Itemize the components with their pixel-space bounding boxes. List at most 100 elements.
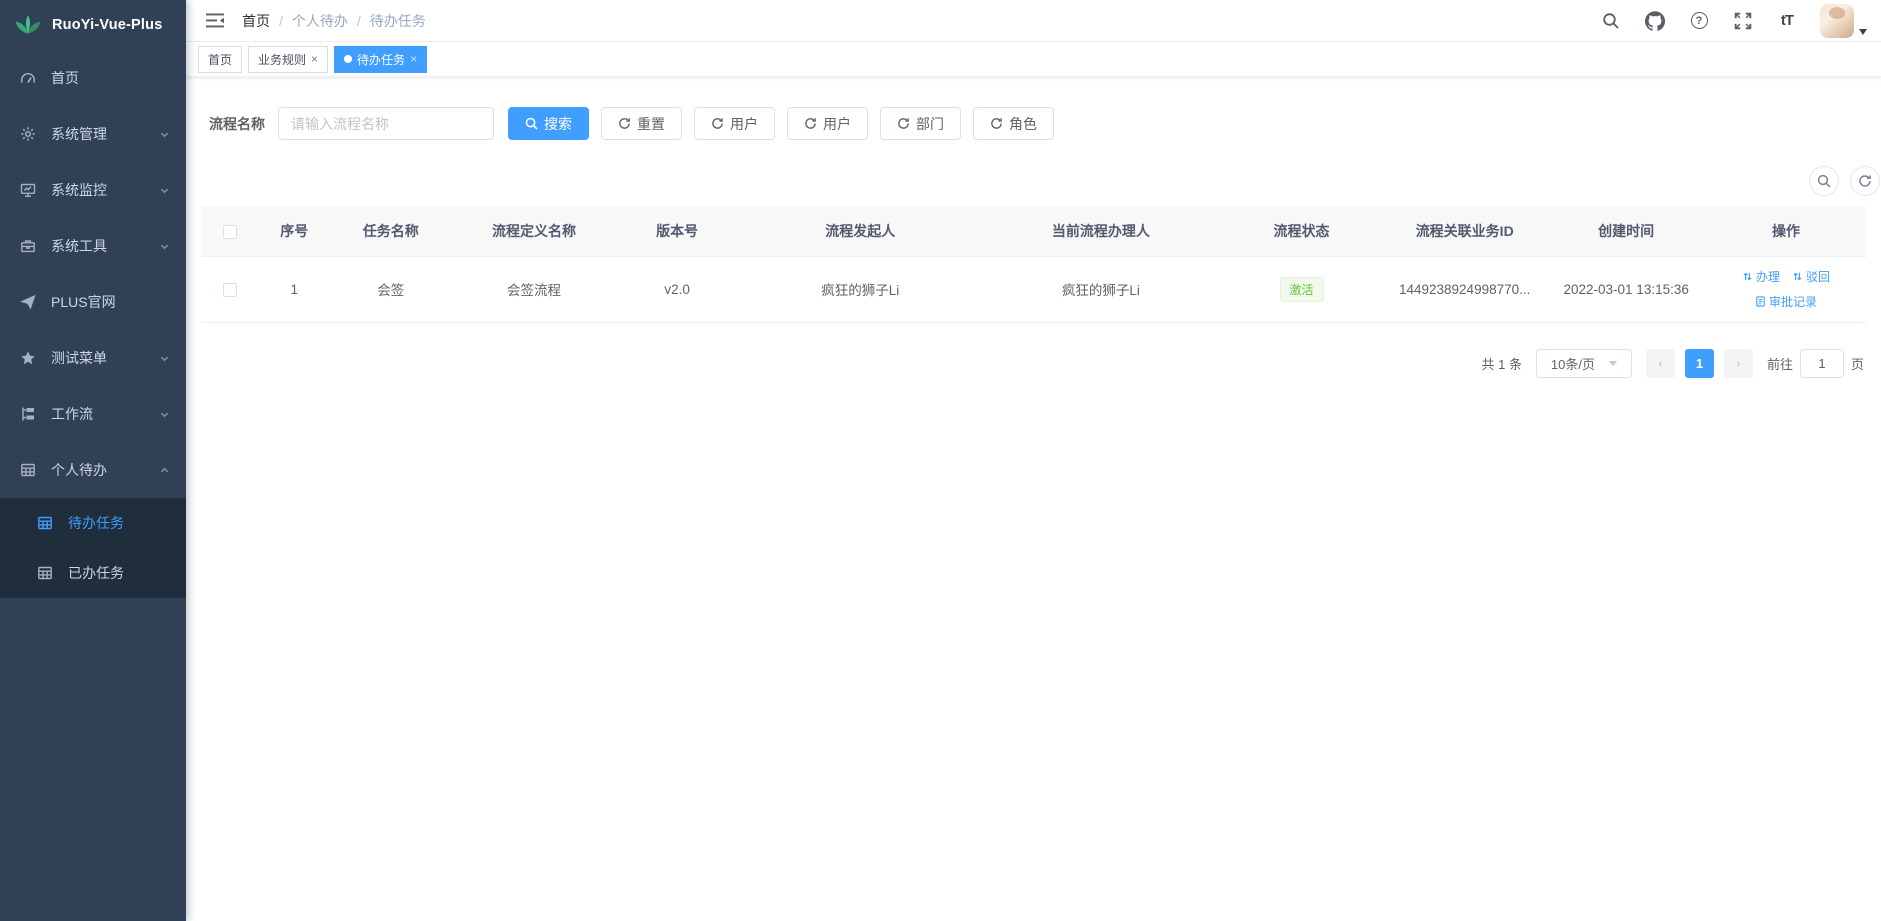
avatar[interactable] — [1820, 4, 1854, 38]
handle-link[interactable]: 办理 — [1742, 268, 1780, 285]
sidebar-item-system-tools[interactable]: 系统工具 — [0, 218, 186, 274]
row-actions: 办理 驳回 审批 — [1706, 268, 1866, 310]
show-search-toggle-button[interactable] — [1809, 166, 1839, 196]
goto-label: 前往 — [1767, 354, 1793, 373]
help-icon[interactable]: ? — [1688, 10, 1710, 32]
tab-label: 待办任务 — [357, 51, 405, 68]
sidebar-item-todo-tasks[interactable]: 待办任务 — [0, 498, 186, 548]
chevron-down-icon — [1609, 361, 1617, 366]
sidebar-item-test-menu[interactable]: 测试菜单 — [0, 330, 186, 386]
sidebar-item-label: 已办任务 — [68, 563, 124, 583]
todo-tasks-table: 序号 任务名称 流程定义名称 版本号 流程发起人 当前流程办理人 流程状态 流程… — [201, 206, 1866, 323]
sidebar-menu: 首页 系统管理 系统监控 — [0, 50, 186, 921]
app-title: RuoYi-Vue-Plus — [52, 17, 162, 33]
cell-created-at: 2022-03-01 13:15:36 — [1546, 256, 1706, 322]
next-page-button[interactable]: › — [1724, 349, 1753, 378]
search-icon — [525, 117, 538, 130]
hamburger-icon — [206, 13, 224, 28]
col-initiator: 流程发起人 — [739, 206, 982, 256]
sidebar-item-label: 测试菜单 — [51, 348, 107, 368]
search-icon[interactable] — [1600, 10, 1622, 32]
sidebar-item-label: 个人待办 — [51, 460, 107, 480]
reject-icon — [1792, 271, 1803, 282]
gear-icon — [19, 126, 36, 143]
refresh-icon — [990, 117, 1003, 130]
user-button-1[interactable]: 用户 — [694, 107, 775, 140]
sidebar-item-workflow[interactable]: 工作流 — [0, 386, 186, 442]
breadcrumb-separator: / — [357, 13, 361, 29]
close-icon[interactable]: × — [410, 53, 417, 65]
approval-record-link[interactable]: 审批记录 — [1755, 293, 1817, 310]
breadcrumb-current: 待办任务 — [370, 11, 426, 31]
col-task-name: 任务名称 — [329, 206, 452, 256]
navbar-actions: ? tT — [1600, 4, 1867, 38]
chevron-down-icon — [159, 185, 170, 196]
page-number-1[interactable]: 1 — [1685, 349, 1714, 378]
main-area: 首页 / 个人待办 / 待办任务 ? tT — [186, 0, 1881, 921]
tab-business-rules[interactable]: 业务规则 × — [248, 46, 328, 73]
send-icon — [19, 294, 36, 311]
refresh-table-button[interactable] — [1850, 166, 1880, 196]
github-icon[interactable] — [1644, 10, 1666, 32]
refresh-icon — [618, 117, 631, 130]
goto-suffix: 页 — [1851, 354, 1864, 373]
col-process-def-name: 流程定义名称 — [452, 206, 615, 256]
breadcrumb-home[interactable]: 首页 — [242, 11, 270, 31]
col-index: 序号 — [259, 206, 329, 256]
sidebar-item-plus-website[interactable]: PLUS官网 — [0, 274, 186, 330]
sidebar-item-label: 系统管理 — [51, 124, 107, 144]
status-badge: 激活 — [1280, 277, 1324, 302]
total-count: 共 1 条 — [1482, 354, 1522, 373]
close-icon[interactable]: × — [311, 53, 318, 65]
sidebar-item-personal-todo[interactable]: 个人待办 — [0, 442, 186, 498]
row-checkbox[interactable] — [223, 283, 237, 297]
process-name-input[interactable] — [278, 107, 494, 140]
reject-link[interactable]: 驳回 — [1792, 268, 1830, 285]
chevron-down-icon — [159, 409, 170, 420]
cell-business-id: 1449238924998770... — [1383, 256, 1546, 322]
sidebar-item-system-monitor[interactable]: 系统监控 — [0, 162, 186, 218]
sidebar-item-label: 系统监控 — [51, 180, 107, 200]
breadcrumb-personal-todo: 个人待办 — [292, 11, 348, 31]
chevron-down-icon — [159, 241, 170, 252]
fullscreen-icon[interactable] — [1732, 10, 1754, 32]
chevron-down-icon — [159, 129, 170, 140]
tab-todo-tasks[interactable]: 待办任务 × — [334, 46, 427, 73]
sidebar-item-done-tasks[interactable]: 已办任务 — [0, 548, 186, 598]
page-size-select[interactable]: 10条/页 — [1536, 349, 1632, 378]
breadcrumb-separator: / — [279, 13, 283, 29]
sidebar-item-label: 系统工具 — [51, 236, 107, 256]
sidebar-item-system-manage[interactable]: 系统管理 — [0, 106, 186, 162]
sidebar: RuoYi-Vue-Plus 首页 系统管理 — [0, 0, 186, 921]
refresh-icon — [804, 117, 817, 130]
cell-index: 1 — [259, 256, 329, 322]
sidebar-item-home[interactable]: 首页 — [0, 50, 186, 106]
sidebar-submenu: 待办任务 已办任务 — [0, 498, 186, 598]
search-button[interactable]: 搜索 — [508, 107, 589, 140]
user-button-2[interactable]: 用户 — [787, 107, 868, 140]
process-name-label: 流程名称 — [209, 114, 265, 134]
tab-label: 业务规则 — [258, 51, 306, 68]
star-icon — [19, 350, 36, 367]
grid-icon — [36, 515, 53, 532]
table-row: 1 会签 会签流程 v2.0 疯狂的狮子Li 疯狂的狮子Li 激活 144923… — [201, 256, 1866, 322]
cell-process-def-name: 会签流程 — [452, 256, 615, 322]
cell-task-name: 会签 — [329, 256, 452, 322]
col-current-handler: 当前流程办理人 — [982, 206, 1220, 256]
reset-button[interactable]: 重置 — [601, 107, 682, 140]
sidebar-toggle[interactable] — [198, 4, 232, 38]
col-actions: 操作 — [1706, 206, 1866, 256]
goto-page-input[interactable] — [1800, 349, 1844, 378]
role-button[interactable]: 角色 — [973, 107, 1054, 140]
tab-home[interactable]: 首页 — [198, 46, 242, 73]
prev-page-button[interactable]: ‹ — [1646, 349, 1675, 378]
dept-button[interactable]: 部门 — [880, 107, 961, 140]
tagbar: 首页 业务规则 × 待办任务 × — [186, 42, 1881, 77]
select-all-checkbox[interactable] — [223, 225, 237, 239]
sidebar-item-label: 待办任务 — [68, 513, 124, 533]
grid-icon — [19, 462, 36, 479]
logo[interactable]: RuoYi-Vue-Plus — [0, 0, 186, 50]
fontsize-icon[interactable]: tT — [1776, 10, 1798, 32]
user-menu[interactable] — [1820, 4, 1867, 38]
cell-version: v2.0 — [616, 256, 739, 322]
